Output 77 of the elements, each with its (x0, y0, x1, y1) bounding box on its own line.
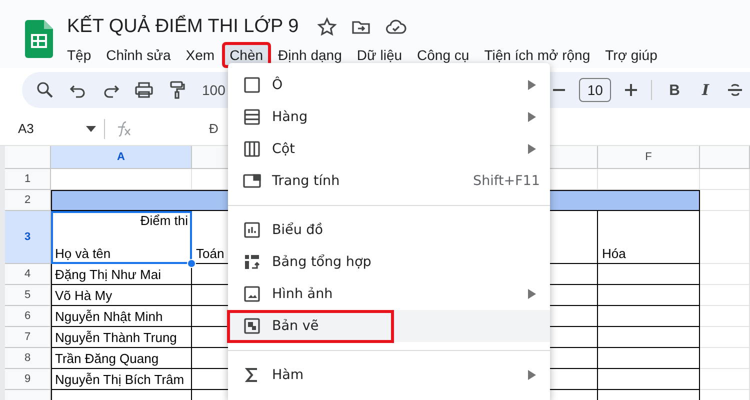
selection-handle[interactable] (187, 259, 196, 268)
pivot-table-icon (242, 252, 262, 272)
table-cell[interactable]: Võ Hà My (51, 285, 192, 306)
table-cell[interactable]: Hóa (598, 211, 700, 264)
cloud-check-icon[interactable] (384, 17, 407, 37)
menu-item[interactable]: Trợ giúp (599, 44, 664, 66)
column-header[interactable]: F (598, 146, 700, 169)
function-icon (115, 120, 133, 136)
zoom-selector[interactable]: 100 (202, 82, 226, 98)
font-size-field[interactable]: 10 (579, 78, 612, 102)
cell-reference[interactable]: A3 (18, 121, 86, 136)
empty-cell[interactable] (598, 369, 700, 390)
menu-option-label: Bảng tổng hợp (272, 254, 372, 270)
menu-option[interactable]: Hình ảnh (228, 278, 550, 310)
row-header[interactable]: 4 (5, 264, 51, 285)
empty-cell[interactable] (598, 264, 700, 285)
row-header[interactable]: 1 (5, 169, 51, 190)
row-header[interactable]: 7 (5, 327, 51, 348)
menu-option-label: Biểu đồ (272, 222, 324, 238)
empty-cell[interactable] (598, 327, 700, 348)
search-icon[interactable] (35, 80, 55, 100)
star-icon[interactable] (316, 17, 337, 37)
column-header[interactable]: A (51, 146, 192, 169)
row-header[interactable]: 6 (5, 306, 51, 327)
selected-cell[interactable]: Điểm thi Họ và tên (51, 211, 192, 264)
menu-option[interactable]: Cột (228, 133, 550, 165)
spreadsheet-icon (25, 20, 53, 58)
corner-cell[interactable] (5, 146, 51, 169)
image-icon (242, 284, 262, 304)
sheet-tab-icon (242, 171, 262, 191)
cell-text: Điểm thi (140, 213, 188, 228)
paint-roller-icon[interactable] (167, 80, 187, 100)
square-icon (242, 75, 262, 95)
menu-item[interactable]: Tiện ích mở rộng (478, 44, 596, 66)
row-header[interactable]: 3 (5, 211, 51, 264)
print-icon[interactable] (134, 80, 154, 100)
row-header[interactable]: 8 (5, 348, 51, 369)
empty-cell[interactable] (598, 348, 700, 369)
shortcut-text: Shift+F11 (473, 173, 540, 189)
menu-option-label: Bản vẽ (272, 318, 320, 334)
bar-chart-icon (242, 220, 262, 240)
menu-option-label: Hàm (272, 367, 305, 383)
menu-item[interactable]: Tệp (61, 44, 98, 66)
cell-text: Họ và tên (55, 246, 112, 261)
table-cell[interactable]: Nguyễn Nhật Minh (51, 306, 192, 327)
row-header[interactable]: 2 (5, 190, 51, 211)
menu-option-label: Hình ảnh (272, 286, 334, 302)
menu-option-label: Hàng (272, 109, 309, 125)
table-cell[interactable]: Đặng Thị Như Mai (51, 264, 192, 285)
menu-option-label: Trang tính (272, 173, 341, 189)
document-title[interactable]: KẾT QUẢ ĐIỂM THI LỚP 9 (67, 16, 299, 38)
menu-option[interactable]: Hàm (228, 359, 550, 391)
empty-cell[interactable] (598, 306, 700, 327)
menu-item[interactable]: Chỉnh sửa (100, 44, 177, 66)
menu-option[interactable]: Bản vẽ (228, 310, 550, 342)
menu-option[interactable]: Trang tính Shift+F11 (228, 165, 550, 197)
rows-icon (242, 107, 262, 127)
dropdown-caret-icon[interactable] (86, 126, 96, 132)
menu-option-label: Ô (272, 77, 284, 93)
menu-item[interactable]: Dữ liệu (350, 44, 408, 66)
bold-button[interactable]: B (664, 82, 685, 98)
table-cell[interactable]: Nguyễn Thị Bích Trâm (51, 369, 192, 390)
menu-option-label: Cột (272, 141, 296, 157)
row-header[interactable]: 5 (5, 285, 51, 306)
table-cell[interactable]: Trần Đăng Quang (51, 348, 192, 369)
columns-icon (242, 139, 262, 159)
empty-cell[interactable] (598, 285, 700, 306)
menu-item[interactable]: Định dạng (272, 44, 348, 66)
menu-item[interactable]: Xem (180, 44, 221, 66)
drawing-icon (242, 316, 262, 336)
italic-button[interactable]: I (696, 81, 714, 99)
menu-option[interactable]: Ô (228, 69, 550, 101)
menu-option[interactable]: Hàng (228, 101, 550, 133)
table-cell[interactable]: Nguyễn Thành Trung (51, 327, 192, 348)
row-header[interactable]: 9 (5, 369, 51, 390)
menu-item[interactable]: Công cụ (411, 44, 476, 66)
formula-text[interactable]: Đ (209, 121, 218, 136)
